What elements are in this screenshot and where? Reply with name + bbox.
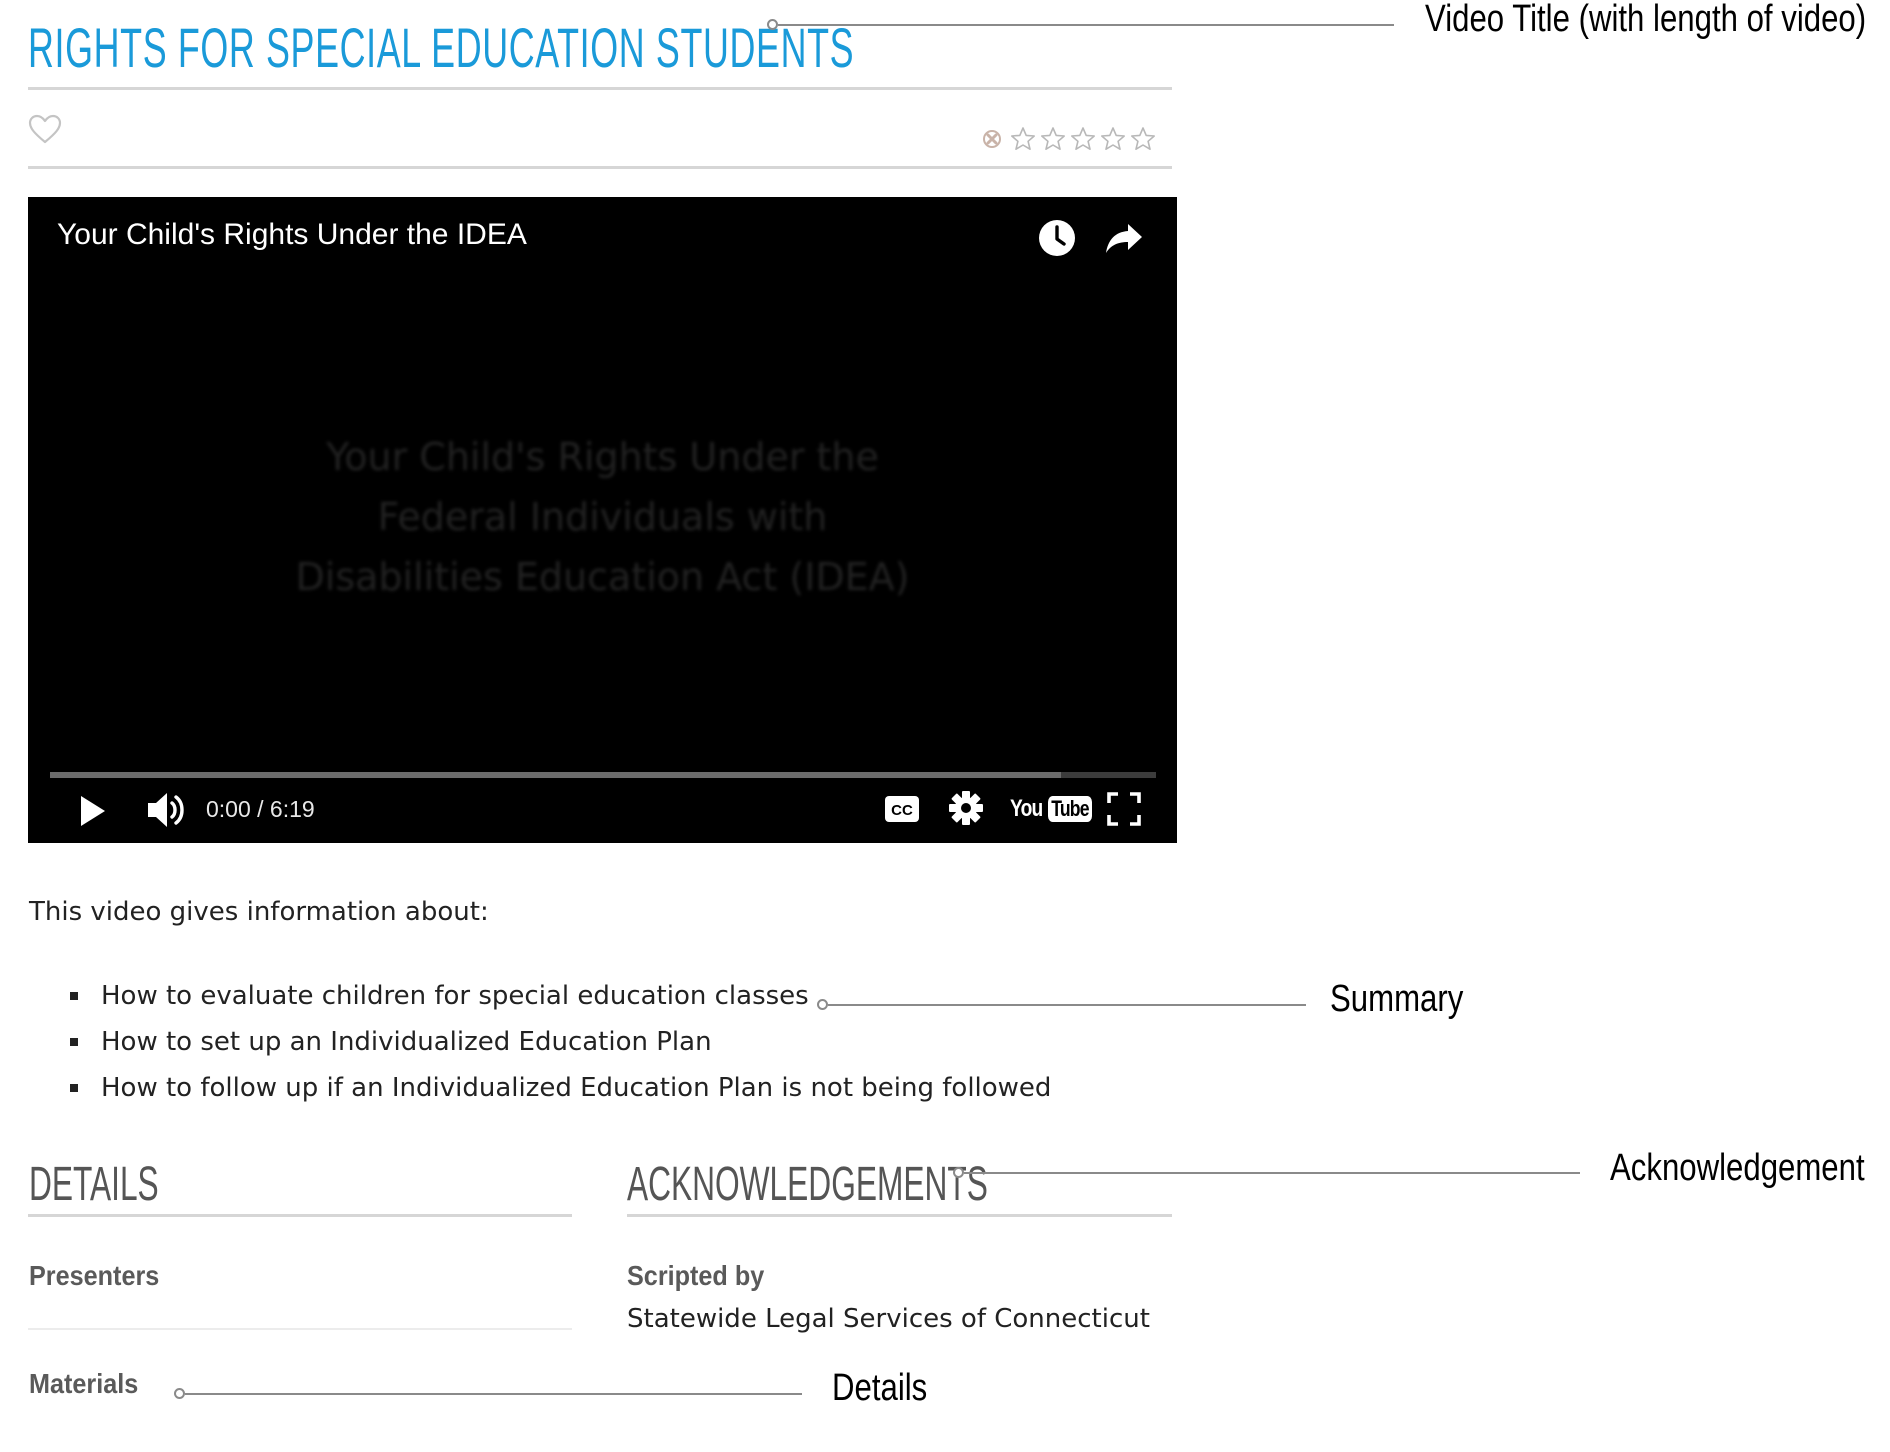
bullet (70, 1084, 78, 1092)
annotation-acknowledgement: Acknowledgement (1610, 1147, 1865, 1189)
video-progress-bar[interactable] (50, 772, 1156, 778)
rating-star-5-icon[interactable] (1130, 126, 1156, 152)
scripted-by-label: Scripted by (627, 1260, 765, 1291)
rating-divider (28, 166, 1172, 169)
clock-icon[interactable] (1038, 219, 1076, 257)
details-heading: DETAILS (29, 1158, 159, 1211)
fullscreen-icon[interactable] (1106, 791, 1142, 827)
bullet (70, 992, 78, 1000)
acknowledgements-divider (627, 1214, 1172, 1217)
rating-star-1-icon[interactable] (1010, 126, 1036, 152)
cc-icon[interactable]: CC (884, 795, 920, 823)
rating-star-3-icon[interactable] (1070, 126, 1096, 152)
svg-text:CC: CC (891, 802, 913, 819)
youtube-logo[interactable]: You Tube (1010, 793, 1103, 825)
annotation-dot-acknowledgement (953, 1167, 964, 1178)
list-item: How to evaluate children for special edu… (70, 973, 1051, 1019)
rating-star-2-icon[interactable] (1040, 126, 1066, 152)
presenters-label: Presenters (29, 1260, 160, 1291)
video-time: 0:00 / 6:19 (206, 796, 315, 822)
presenters-divider (28, 1328, 572, 1330)
page-title: RIGHTS FOR SPECIAL EDUCATION STUDENTS (28, 16, 855, 79)
share-arrow-icon[interactable] (1104, 221, 1144, 255)
annotation-line-title (778, 24, 1394, 26)
volume-icon[interactable] (145, 789, 189, 831)
video-title[interactable]: Your Child's Rights Under the IDEA (57, 215, 527, 255)
acknowledgements-heading: ACKNOWLEDGEMENTS (627, 1158, 988, 1211)
annotation-line-summary (828, 1004, 1306, 1006)
annotation-dot-summary (817, 999, 828, 1010)
scripted-by-value: Statewide Legal Services of Connecticut (627, 1304, 1150, 1334)
progress-loaded (50, 772, 1061, 778)
video-slide-text: Your Child's Rights Under the Federal In… (295, 435, 910, 599)
annotation-details: Details (832, 1367, 928, 1409)
annotation-dot-title (767, 19, 778, 30)
summary-list: How to evaluate children for special edu… (70, 973, 1051, 1111)
annotation-line-details (185, 1393, 802, 1395)
bullet (70, 1038, 78, 1046)
annotation-line-acknowledgement (964, 1172, 1580, 1174)
play-icon[interactable] (74, 793, 110, 829)
favorite-heart-icon[interactable] (28, 114, 62, 144)
cancel-rating-icon[interactable] (982, 129, 1002, 149)
list-item: How to set up an Individualized Educatio… (70, 1019, 1051, 1065)
annotation-summary: Summary (1330, 978, 1464, 1020)
list-item: How to follow up if an Individualized Ed… (70, 1065, 1051, 1111)
details-divider (28, 1214, 572, 1217)
star-rating[interactable] (982, 125, 1160, 153)
title-divider (28, 87, 1172, 90)
rating-star-4-icon[interactable] (1100, 126, 1126, 152)
materials-label: Materials (29, 1368, 139, 1399)
gear-icon[interactable] (948, 790, 984, 826)
annotation-dot-details (174, 1388, 185, 1399)
summary-intro: This video gives information about: (29, 897, 489, 927)
video-player[interactable]: Your Child's Rights Under the IDEA Your … (28, 197, 1177, 843)
annotation-video-title: Video Title (with length of video) (1425, 0, 1867, 40)
